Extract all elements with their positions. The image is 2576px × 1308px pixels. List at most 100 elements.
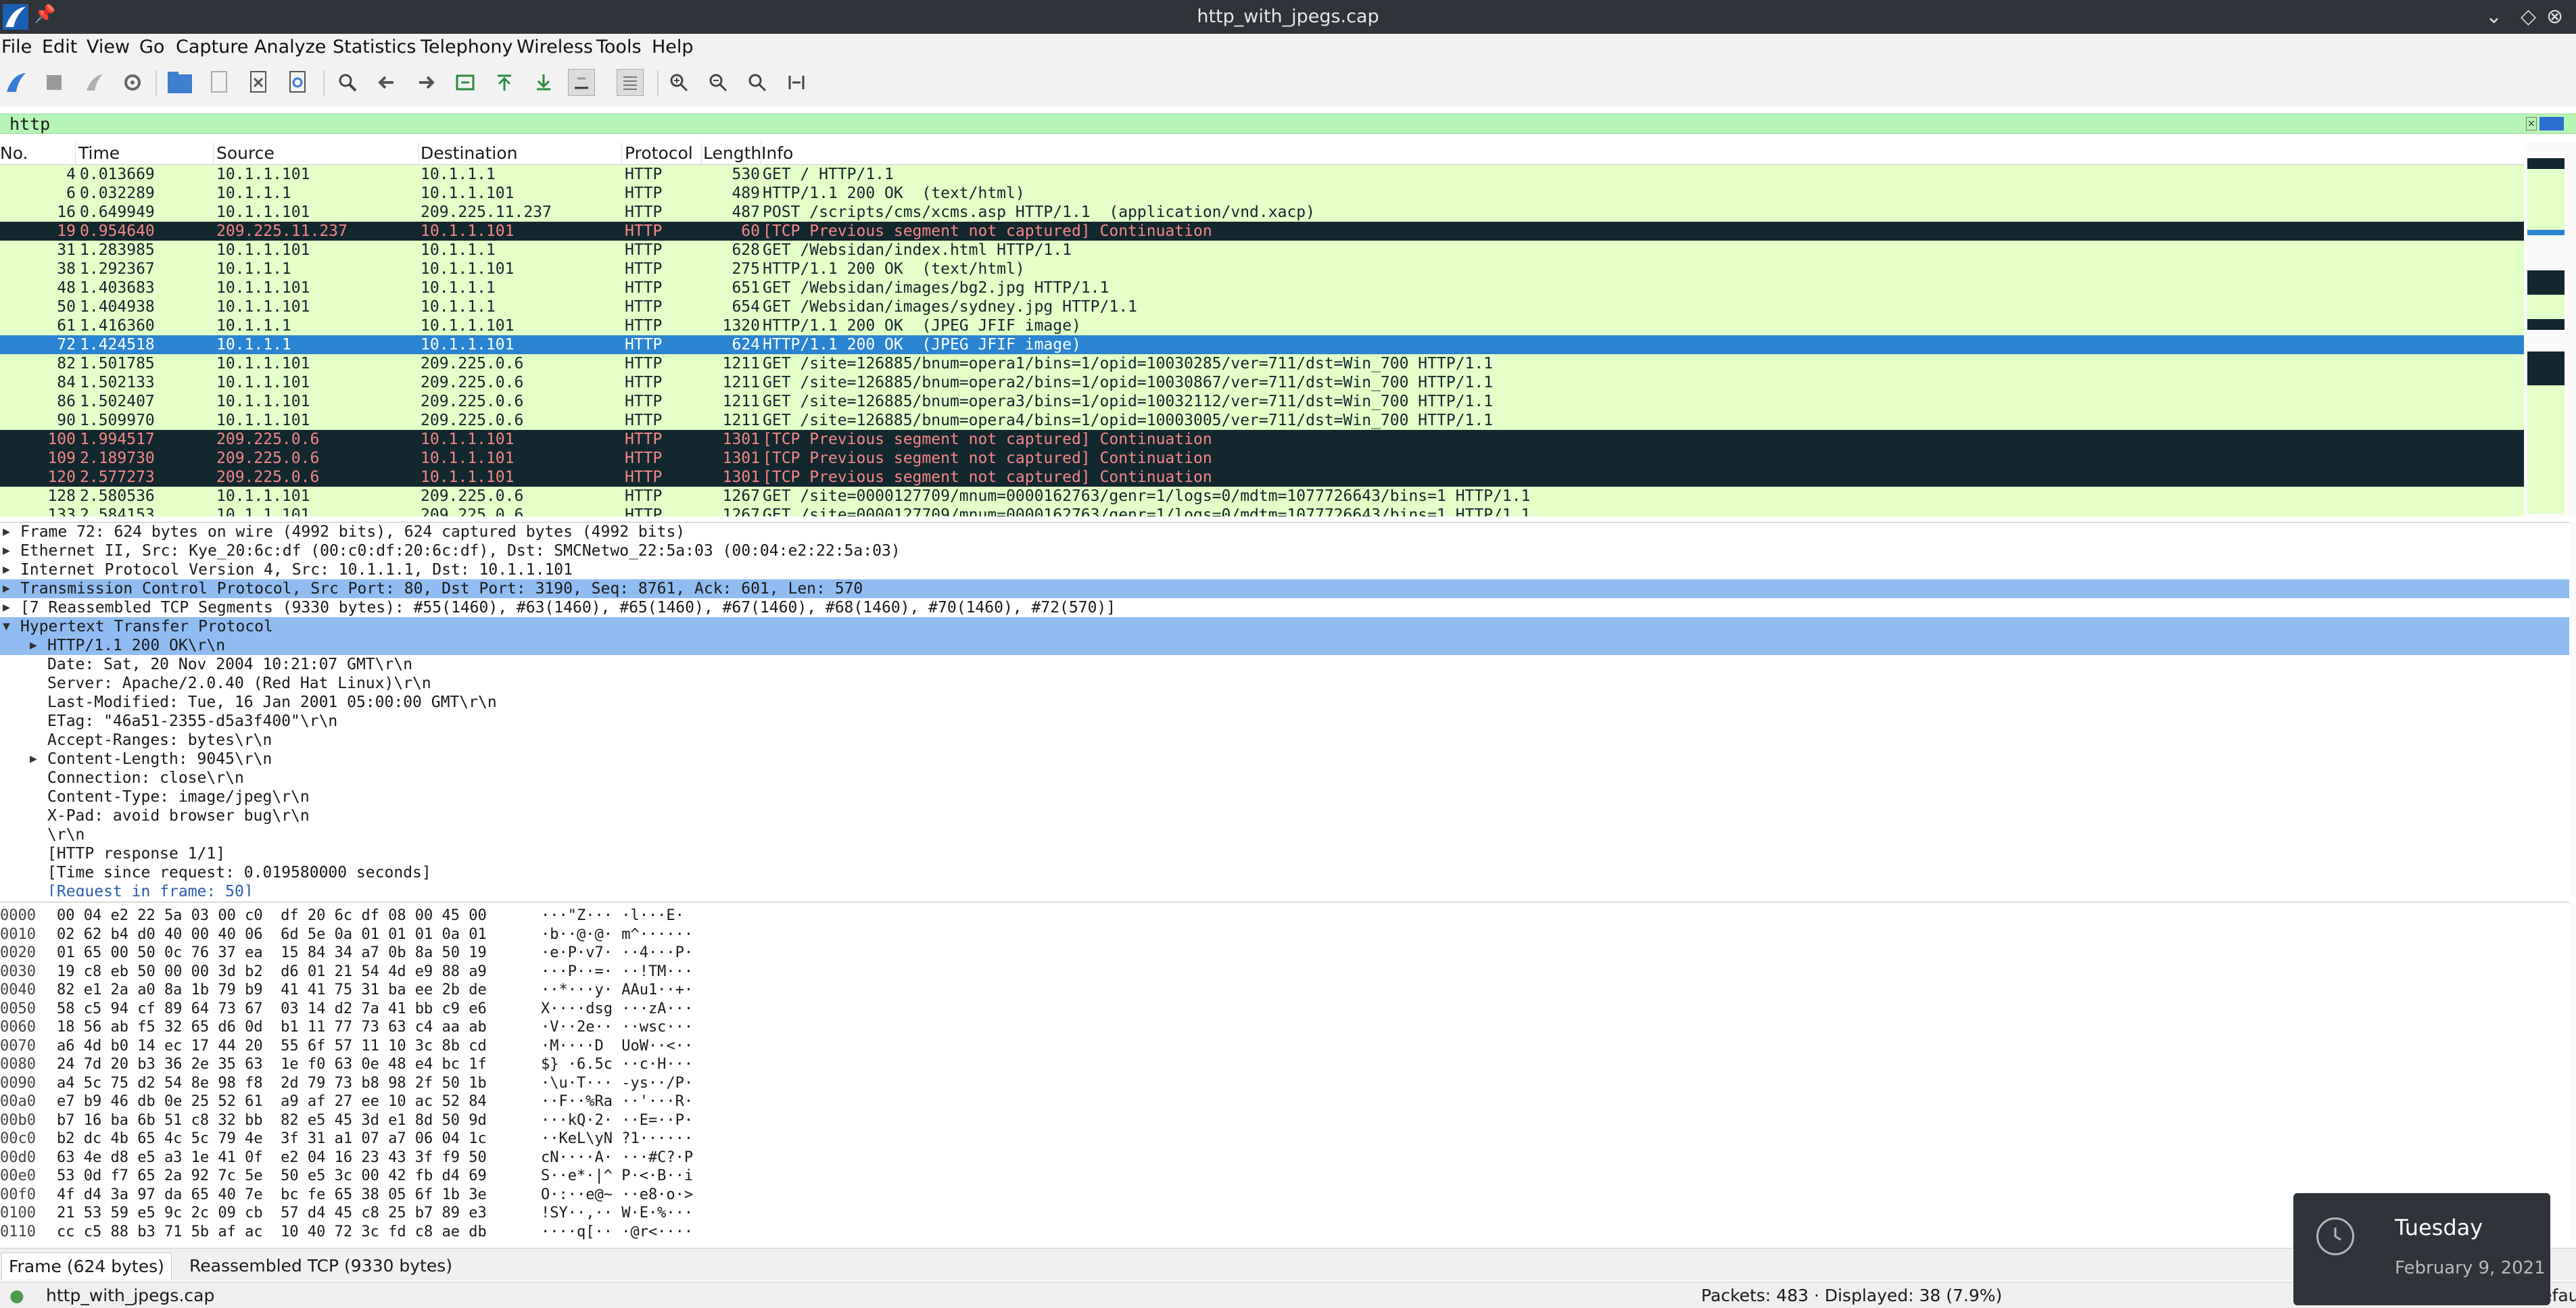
menu-edit[interactable]: Edit <box>42 34 77 61</box>
hex-line[interactable]: 00c0 b2 dc 4b 65 4c 5c 79 4e 3f 31 a1 07 … <box>0 1130 744 1148</box>
packet-row[interactable]: 128 2.580536 10.1.1.101 209.225.0.6 HTTP 1267… <box>0 487 2524 506</box>
detail-tree-item[interactable]: ▼ Hypertext Transfer Protocol <box>0 617 2569 636</box>
packet-row[interactable]: 31 1.283985 10.1.1.101 10.1.1.1 HTTP 628 GET /… <box>0 241 2524 260</box>
column-no[interactable]: No. <box>0 142 76 165</box>
hex-line[interactable]: 0000 00 04 e2 22 5a 03 00 c0 df 20 6c df … <box>0 906 744 925</box>
hex-line[interactable]: 0010 02 62 b4 d0 40 00 40 06 6d 5e 0a 01 … <box>0 925 744 944</box>
detail-tree-item[interactable]: Accept-Ranges: bytes\r\n <box>0 731 2569 750</box>
hex-line[interactable]: 0070 a6 4d b0 14 ec 17 44 20 55 6f 57 11 … <box>0 1037 744 1056</box>
hex-line[interactable]: 0030 19 c8 eb 50 00 00 3d b2 d6 01 21 54 … <box>0 963 744 982</box>
detail-tree-item[interactable]: [Request in frame: 50] <box>0 882 2569 896</box>
hex-line[interactable]: 00b0 b7 16 ba 6b 51 c8 32 bb 82 e5 45 3d … <box>0 1111 744 1130</box>
packet-list-minimap[interactable] <box>2524 142 2576 517</box>
zoom-reset-icon[interactable] <box>744 69 771 96</box>
menu-tools[interactable]: Tools <box>596 34 642 61</box>
autoscroll-icon[interactable] <box>568 69 595 96</box>
details-scrollbar[interactable] <box>2569 522 2576 896</box>
close-window-icon[interactable]: ⊗ <box>2546 0 2563 34</box>
column-info[interactable]: Info <box>761 142 2519 165</box>
packet-row[interactable]: 6 0.032289 10.1.1.1 10.1.1.101 HTTP 489 HTTP/1… <box>0 184 2524 203</box>
packet-row[interactable]: 48 1.403683 10.1.1.101 10.1.1.1 HTTP 651 GET /… <box>0 278 2524 297</box>
column-protocol[interactable]: Protocol <box>625 142 702 165</box>
bytes-scrollbar[interactable] <box>2569 902 2576 1240</box>
expand-arrow-icon[interactable]: ▶ <box>3 579 10 598</box>
display-filter-input[interactable]: http <box>9 114 50 135</box>
packet-row[interactable]: 19 0.954640 209.225.11.237 10.1.1.101 HTTP 60… <box>0 222 2524 241</box>
packet-row[interactable]: 38 1.292367 10.1.1.1 10.1.1.101 HTTP 275 HTTP/… <box>0 260 2524 278</box>
packet-row[interactable]: 50 1.404938 10.1.1.101 10.1.1.1 HTTP 654 GET /… <box>0 297 2524 316</box>
column-length[interactable]: Length <box>703 142 761 165</box>
maximize-icon[interactable]: ◇ <box>2521 0 2536 34</box>
packet-row[interactable]: 72 1.424518 10.1.1.1 10.1.1.101 HTTP 624 HTTP/… <box>0 335 2524 354</box>
detail-tree-item[interactable]: Server: Apache/2.0.40 (Red Hat Linux)\r\… <box>0 674 2569 693</box>
expert-info-icon[interactable]: ● <box>9 1282 24 1308</box>
expand-arrow-icon[interactable]: ▶ <box>3 598 10 617</box>
packet-row[interactable]: 82 1.501785 10.1.1.101 209.225.0.6 HTTP 1211 G… <box>0 354 2524 373</box>
menu-go[interactable]: Go <box>139 34 164 61</box>
packet-details-pane[interactable]: ▶ Frame 72: 624 bytes on wire (4992 bits)… <box>0 522 2569 896</box>
clear-filter-icon[interactable]: × <box>2526 117 2537 130</box>
detail-tree-item[interactable]: ▶ Internet Protocol Version 4, Src: 10.1.… <box>0 560 2569 579</box>
first-icon[interactable] <box>491 69 518 96</box>
stop-icon[interactable] <box>41 69 68 96</box>
packet-row[interactable]: 61 1.416360 10.1.1.1 10.1.1.101 HTTP 1320 HTTP… <box>0 316 2524 335</box>
detail-tree-item[interactable]: ▶ HTTP/1.1 200 OK\r\n <box>0 636 2569 655</box>
hex-line[interactable]: 0060 18 56 ab f5 32 65 d6 0d b1 11 77 73 … <box>0 1018 744 1037</box>
packet-bytes-pane[interactable]: 0000 00 04 e2 22 5a 03 00 c0 df 20 6c df … <box>0 902 2569 1240</box>
hex-line[interactable]: 0100 21 53 59 e5 9c 2c 09 cb 57 d4 45 c8 … <box>0 1204 744 1223</box>
detail-tree-item[interactable]: Content-Type: image/jpeg\r\n <box>0 788 2569 806</box>
gear-icon[interactable] <box>119 69 146 96</box>
packet-list[interactable]: 4 0.013669 10.1.1.101 10.1.1.1 HTTP 530 GET / … <box>0 165 2524 516</box>
packet-row[interactable]: 4 0.013669 10.1.1.101 10.1.1.1 HTTP 530 GET / … <box>0 165 2524 184</box>
back-icon[interactable] <box>373 69 400 96</box>
search-icon[interactable] <box>334 69 361 96</box>
expand-arrow-icon[interactable]: ▶ <box>3 523 10 541</box>
menu-file[interactable]: File <box>1 34 32 61</box>
display-filter-bar[interactable]: http × <box>0 114 2576 134</box>
detail-tree-item[interactable]: ▶ Ethernet II, Src: Kye_20:6c:df (00:c0:d… <box>0 541 2569 560</box>
hex-line[interactable]: 0110 cc c5 88 b3 71 5b af ac 10 40 72 3c … <box>0 1223 744 1240</box>
menu-capture[interactable]: Capture <box>176 34 248 61</box>
open-file-icon[interactable] <box>166 69 193 96</box>
colorize-icon[interactable] <box>617 69 644 96</box>
detail-tree-item[interactable]: [Time since request: 0.019580000 seconds… <box>0 863 2569 882</box>
detail-tree-item[interactable]: Date: Sat, 20 Nov 2004 10:21:07 GMT\r\n <box>0 655 2569 674</box>
menu-statistics[interactable]: Statistics <box>333 34 416 61</box>
apply-filter-icon[interactable] <box>2539 117 2564 130</box>
detail-tree-item[interactable]: \r\n <box>0 825 2569 844</box>
reload-icon[interactable] <box>284 69 311 96</box>
detail-tree-item[interactable]: Connection: close\r\n <box>0 769 2569 788</box>
close-file-icon[interactable] <box>245 69 272 96</box>
zoom-in-icon[interactable] <box>665 69 692 96</box>
detail-tree-item[interactable]: X-Pad: avoid browser bug\r\n <box>0 806 2569 825</box>
detail-tree-item[interactable]: [HTTP response 1/1] <box>0 844 2569 863</box>
packet-row[interactable]: 84 1.502133 10.1.1.101 209.225.0.6 HTTP 1211 G… <box>0 373 2524 392</box>
restart-icon[interactable] <box>81 69 108 96</box>
resize-columns-icon[interactable] <box>783 69 810 96</box>
column-time[interactable]: Time <box>78 142 214 165</box>
expand-arrow-icon[interactable]: ▶ <box>3 560 10 579</box>
packet-row[interactable]: 120 2.577273 209.225.0.6 10.1.1.101 HTTP 1301… <box>0 468 2524 487</box>
expand-arrow-icon[interactable]: ▶ <box>3 541 10 560</box>
tab-frame[interactable]: Frame (624 bytes) <box>1 1253 172 1280</box>
packet-row[interactable]: 133 2.584153 10.1.1.101 209.225.0.6 HTTP 1267… <box>0 506 2524 516</box>
collapse-arrow-icon[interactable]: ▼ <box>3 617 10 636</box>
column-destination[interactable]: Destination <box>421 142 622 165</box>
go-to-icon[interactable] <box>452 69 479 96</box>
expand-arrow-icon[interactable]: ▶ <box>30 636 37 655</box>
packet-row[interactable]: 109 2.189730 209.225.0.6 10.1.1.101 HTTP 1301… <box>0 449 2524 468</box>
menu-analyze[interactable]: Analyze <box>254 34 326 61</box>
detail-tree-item[interactable]: ▶ Frame 72: 624 bytes on wire (4992 bits)… <box>0 523 2569 541</box>
column-source[interactable]: Source <box>216 142 419 165</box>
detail-tree-item[interactable]: ▶ [7 Reassembled TCP Segments (9330 bytes… <box>0 598 2569 617</box>
save-icon[interactable] <box>206 69 233 96</box>
last-icon[interactable] <box>530 69 557 96</box>
hex-line[interactable]: 0080 24 7d 20 b3 36 2e 35 63 1e f0 63 0e … <box>0 1055 744 1074</box>
detail-tree-item[interactable]: Last-Modified: Tue, 16 Jan 2001 05:00:00… <box>0 693 2569 712</box>
tab-reassembled-tcp[interactable]: Reassembled TCP (9330 bytes) <box>183 1253 459 1280</box>
menu-help[interactable]: Help <box>652 34 694 61</box>
packet-row[interactable]: 90 1.509970 10.1.1.101 209.225.0.6 HTTP 1211 G… <box>0 411 2524 430</box>
hex-line[interactable]: 00e0 53 0d f7 65 2a 92 7c 5e 50 e5 3c 00 … <box>0 1167 744 1186</box>
hex-line[interactable]: 0020 01 65 00 50 0c 76 37 ea 15 84 34 a7 … <box>0 944 744 963</box>
minimize-icon[interactable]: ⌄ <box>2485 0 2502 34</box>
